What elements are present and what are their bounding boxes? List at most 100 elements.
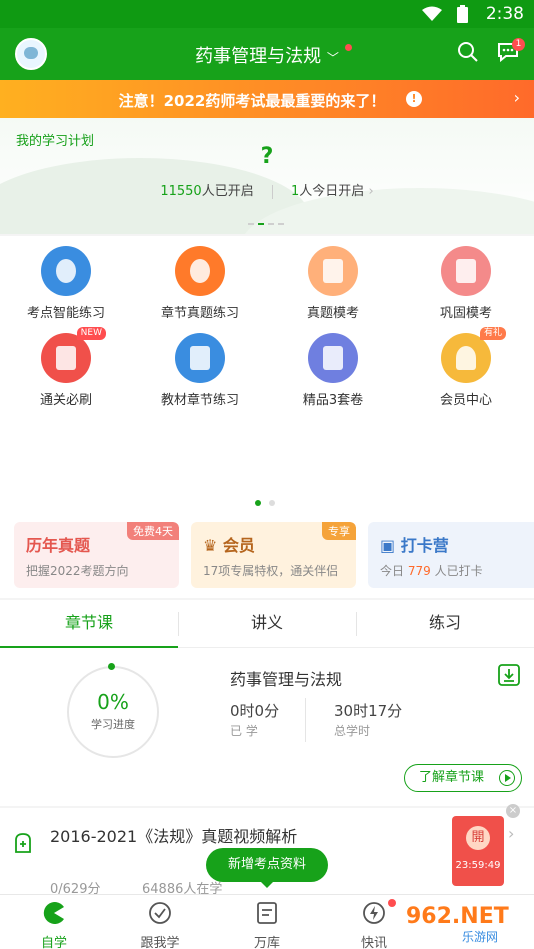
- new-dot: [345, 44, 352, 51]
- progress-label: 学习进度: [91, 718, 135, 731]
- countdown-timer: 23:59:49: [455, 860, 501, 871]
- grid-item-textbook-practice[interactable]: 教材章节练习: [140, 333, 260, 408]
- nav-question-bank[interactable]: 万库: [227, 901, 307, 949]
- grid-item-label: 章节真题练习: [160, 306, 239, 321]
- study-plan-banner[interactable]: 我的学习计划 ? 11550人已开启 1人今日开启 ›: [0, 118, 534, 234]
- card-subtitle: 17项专属特权，通关伴侣: [203, 564, 339, 578]
- crown-icon: [441, 333, 491, 383]
- score-500-icon: [41, 333, 91, 383]
- notice-text: 注意！2022药师考试最最重要的来了！: [118, 92, 386, 110]
- clock-icon: [41, 246, 91, 296]
- notebook-icon: [441, 246, 491, 296]
- download-icon[interactable]: [498, 664, 520, 686]
- progress-ring: 0% 学习进度: [67, 663, 159, 758]
- started-suffix: 人已开启: [201, 184, 254, 199]
- wifi-icon: [422, 6, 442, 21]
- card-checkin[interactable]: ▣ 打卡营 今日 779 人已打卡: [368, 522, 534, 588]
- card-member[interactable]: ♛ 会员 17项专属特权，通关伴侣 专享: [191, 522, 356, 588]
- tab-handout[interactable]: 讲义: [178, 600, 356, 648]
- status-time: 2:38: [485, 4, 524, 24]
- learn-chapter-button[interactable]: 了解章节课: [404, 764, 522, 792]
- pacman-icon: [43, 902, 64, 924]
- new-tag: NEW: [76, 327, 106, 340]
- watermark-text: 962.NET: [406, 904, 509, 929]
- carousel-dots: [248, 210, 288, 229]
- video-title: 2016-2021《法规》真题视频解析: [50, 827, 298, 846]
- grid-item-member-center[interactable]: 有礼 会员中心: [406, 327, 526, 408]
- checkin-count: 779: [407, 564, 431, 578]
- course-panel: 0% 学习进度 药事管理与法规 0时0分 已 学 30时17分 总学时 了解章节…: [0, 648, 534, 806]
- grid-item-label: 真题模考: [306, 306, 359, 321]
- learn-chapter-label: 了解章节课: [419, 770, 485, 785]
- countdown-promo[interactable]: 開 23:59:49: [452, 816, 504, 886]
- grid-item-label: 精品3套卷: [302, 393, 364, 408]
- new-materials-button[interactable]: 新增考点资料: [206, 848, 328, 888]
- subject-selector[interactable]: 药事管理与法规 ﹀: [0, 42, 534, 68]
- subject-title: 药事管理与法规: [195, 46, 322, 67]
- notice-banner[interactable]: 注意！2022药师考试最最重要的来了！ ! ›: [0, 80, 534, 118]
- status-bar: 2:38: [0, 0, 534, 28]
- new-materials-label: 新增考点资料: [227, 857, 306, 872]
- grid-item-label: 会员中心: [439, 393, 492, 408]
- document-icon: [308, 246, 358, 296]
- grid-item-label: 考点智能练习: [26, 306, 105, 321]
- watermark-sub: 乐游网: [462, 930, 499, 944]
- card-subtitle: 今日 779 人已打卡: [380, 564, 483, 578]
- book-icon: [175, 333, 225, 383]
- grid-item-label: 通关必刷: [39, 393, 92, 408]
- chevron-right-icon: ›: [513, 88, 520, 107]
- crown-icon: ♛: [203, 536, 223, 555]
- calendar-icon: ▣: [380, 536, 401, 555]
- plan-placeholder: ?: [260, 144, 274, 169]
- nav-follow-me[interactable]: 跟我学: [120, 901, 200, 949]
- nav-label: 跟我学: [140, 936, 180, 949]
- chevron-down-icon: ﹀: [326, 51, 339, 65]
- chevron-right-icon: ›: [368, 184, 374, 199]
- check-circle-icon: [149, 902, 171, 924]
- battery-icon: [457, 5, 468, 23]
- card-tag: 专享: [322, 522, 356, 540]
- grid-item-chapter-exam[interactable]: 章节真题练习: [140, 246, 260, 321]
- search-icon[interactable]: [457, 41, 479, 63]
- lightning-icon: [363, 902, 385, 924]
- promo-cards: 历年真题 把握2022考题方向 免费4天 ♛ 会员 17项专属特权，通关伴侣 专…: [0, 508, 534, 598]
- close-icon[interactable]: ×: [506, 804, 520, 818]
- grid-item-smart-practice[interactable]: 考点智能练习: [6, 246, 126, 321]
- total-time: 30时17分: [334, 702, 403, 720]
- list-icon: [257, 902, 277, 924]
- total-label: 总学时: [334, 724, 371, 738]
- open-badge: 開: [466, 826, 490, 850]
- grid-item-must-do[interactable]: NEW 通关必刷: [6, 327, 126, 408]
- course-title: 药事管理与法规: [230, 670, 343, 689]
- card-tag: 免费4天: [127, 522, 179, 540]
- tab-chapter-course[interactable]: 章节课: [0, 600, 178, 648]
- progress-percent: 0%: [97, 690, 129, 714]
- plan-stats: 11550人已开启 1人今日开启 ›: [0, 180, 534, 199]
- card-past-exams[interactable]: 历年真题 把握2022考题方向 免费4天: [14, 522, 179, 588]
- video-lesson-icon: [15, 833, 31, 853]
- grid-item-label: 巩固模考: [439, 306, 492, 321]
- card-title: 历年真题: [26, 536, 91, 555]
- nav-label: 自学: [40, 936, 67, 949]
- learned-label: 已 学: [230, 724, 258, 738]
- tab-practice[interactable]: 练习: [356, 600, 534, 648]
- grid-item-mock-exam[interactable]: 真题模考: [273, 246, 393, 321]
- card-subtitle: 把握2022考题方向: [26, 564, 129, 578]
- paper-stack-icon: [308, 333, 358, 383]
- info-icon: !: [406, 91, 422, 107]
- learned-time: 0时0分: [230, 702, 280, 720]
- started-count: 11550: [160, 184, 202, 199]
- nav-label: 万库: [253, 936, 280, 949]
- nav-self-study[interactable]: 自学: [14, 901, 94, 949]
- card-title: ▣ 打卡营: [380, 536, 449, 555]
- app-bar: 药事管理与法规 ﹀ 1: [0, 28, 534, 80]
- course-tabs: 章节课 讲义 练习: [0, 600, 534, 648]
- today-suffix: 人今日开启: [299, 184, 365, 199]
- grid-item-premium-papers[interactable]: 精品3套卷: [273, 333, 393, 408]
- grid-item-review-exam[interactable]: 巩固模考: [406, 246, 526, 321]
- message-badge: 1: [512, 38, 525, 51]
- card-title: ♛ 会员: [203, 536, 255, 555]
- news-dot: [388, 899, 396, 907]
- head-icon: [175, 246, 225, 296]
- play-icon: [499, 770, 515, 786]
